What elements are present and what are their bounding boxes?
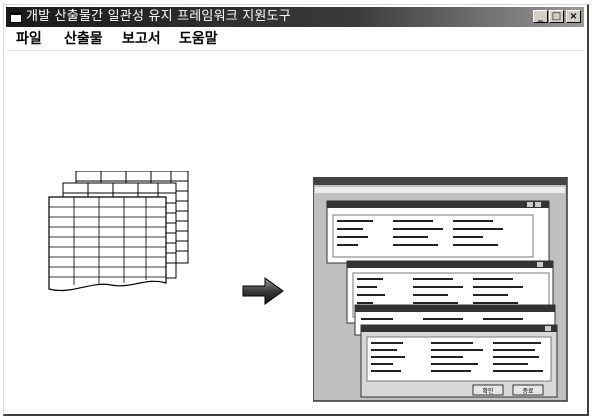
menu-help[interactable]: 도움말: [179, 31, 218, 47]
menu-report[interactable]: 보고서: [122, 31, 161, 47]
dialog-ok-button-label: 확인: [482, 387, 493, 395]
menu-bar: 파일 산출물 보고서 도움말: [6, 28, 584, 51]
menu-artifacts[interactable]: 산출물: [64, 31, 103, 47]
app-icon[interactable]: [10, 12, 22, 23]
minimize-button[interactable]: _: [533, 10, 548, 23]
title-bar[interactable]: 개발 산출물간 일관성 유지 프레임워크 지원도구 _ □ ×: [6, 7, 584, 27]
stacked-windows-icon: 확인 종료: [313, 177, 568, 402]
window-title: 개발 산출물간 일관성 유지 프레임워크 지원도구: [26, 9, 291, 24]
app-window: 개발 산출물간 일관성 유지 프레임워크 지원도구 _ □ × 파일 산출물 보…: [3, 4, 589, 416]
dialog-exit-button-label: 종료: [522, 388, 534, 395]
menu-file[interactable]: 파일: [16, 31, 42, 47]
right-arrow-icon: [242, 277, 284, 305]
document-stack-icon: [48, 171, 189, 292]
maximize-button[interactable]: □: [549, 10, 564, 23]
close-button[interactable]: ×: [566, 10, 581, 23]
client-area: 확인 종료: [6, 51, 584, 413]
